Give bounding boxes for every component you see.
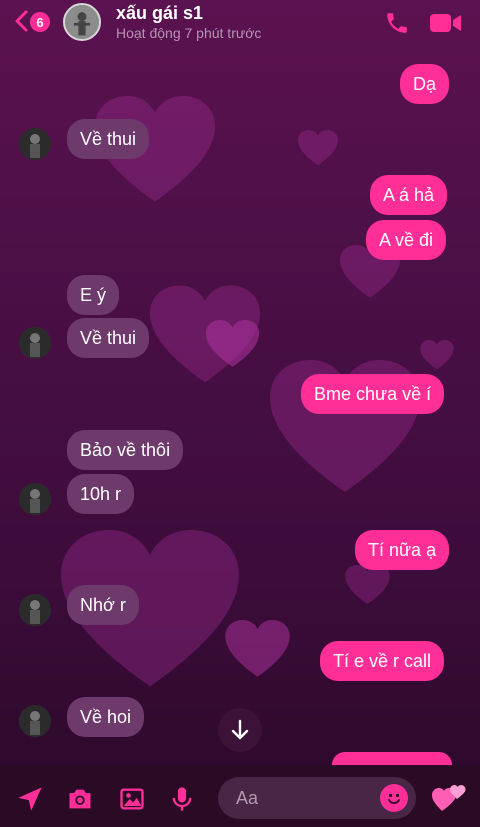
video-camera-icon[interactable] [430,12,462,34]
incoming-message[interactable]: Nhớ r [67,585,139,625]
background-heart-icon [298,130,338,166]
incoming-message[interactable]: E ý [67,275,120,315]
composer-bar: Aa [0,765,480,827]
camera-icon[interactable] [66,785,94,813]
outgoing-message-partial [332,752,452,765]
sender-avatar [19,327,51,359]
background-heart-icon [205,320,260,367]
outgoing-message[interactable]: Dạ [400,64,450,104]
arrow-down-icon [231,719,249,740]
chevron-left-icon [15,10,28,32]
contact-avatar[interactable] [63,3,101,41]
incoming-message[interactable]: 10h r [67,474,135,514]
person-icon [19,705,51,737]
unread-badge: 6 [30,12,50,32]
scroll-to-bottom-button[interactable] [218,708,262,752]
incoming-message[interactable]: Bảo về thôi [67,430,184,470]
message-input-placeholder: Aa [236,787,259,808]
person-icon [65,5,99,39]
sender-avatar [19,594,51,626]
back-button[interactable] [14,10,28,32]
message-input[interactable]: Aa [218,777,416,819]
person-icon [19,594,51,626]
outgoing-message[interactable]: A á hả [370,175,448,215]
activity-status: Hoạt động 7 phút trước [116,25,262,41]
microphone-icon[interactable] [168,785,196,813]
background-heart-icon [420,340,454,370]
smiley-face-icon [388,793,400,804]
phone-icon[interactable] [384,10,410,36]
person-icon [19,483,51,515]
incoming-message[interactable]: Về thui [67,119,150,159]
incoming-message[interactable]: Về hoi [67,697,145,737]
sender-avatar [19,483,51,515]
incoming-message[interactable]: Về thui [67,318,150,358]
background-heart-icon [225,620,290,677]
two-hearts-icon[interactable] [432,783,466,813]
sender-avatar [19,128,51,160]
person-icon [19,128,51,160]
location-arrow-icon[interactable] [16,785,44,813]
photo-gallery-icon[interactable] [118,785,146,813]
contact-name[interactable]: xấu gái s1 [116,3,203,24]
background-heart-icon [345,565,390,605]
outgoing-message[interactable]: Tí e về r call [320,641,445,681]
outgoing-message[interactable]: Bme chưa về í [301,374,445,414]
sender-avatar [19,705,51,737]
outgoing-message[interactable]: A về đi [366,220,447,260]
emoji-icon[interactable] [380,784,408,812]
outgoing-message[interactable]: Tí nữa ạ [355,530,450,570]
person-icon [19,327,51,359]
chat-header: 6 xấu gái s1 Hoạt động 7 phút trước [0,0,480,46]
